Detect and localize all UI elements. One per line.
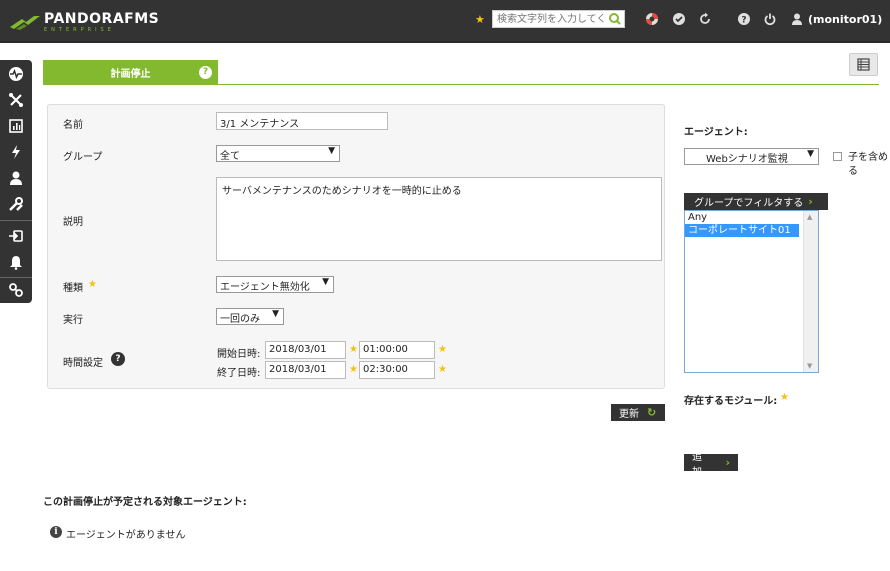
scroll-down-icon[interactable]: ▼ bbox=[807, 362, 812, 370]
chevron-down-icon: ▼ bbox=[272, 309, 279, 319]
list-view-icon bbox=[857, 58, 870, 71]
name-label: 名前 bbox=[63, 120, 83, 131]
scroll-up-icon[interactable]: ▲ bbox=[807, 213, 812, 221]
group-option-selected[interactable]: コーポレートサイト01 bbox=[685, 224, 799, 237]
execution-select-value: 一回のみ bbox=[220, 314, 260, 325]
end-time-field[interactable]: 02:30:00 bbox=[359, 361, 435, 379]
time-help-icon[interactable]: ? bbox=[111, 352, 125, 366]
add-button[interactable]: 追加 › bbox=[684, 452, 738, 478]
group-select[interactable]: 全て ▼ bbox=[216, 145, 340, 162]
pandora-logo-icon bbox=[10, 16, 40, 30]
chevron-down-icon: ▼ bbox=[322, 277, 329, 287]
no-agents-message: エージェントがありません bbox=[66, 530, 186, 541]
agent-select-value: Webシナリオ監視 bbox=[706, 154, 788, 165]
info-icon: i bbox=[50, 526, 62, 538]
add-button-label: 追加 bbox=[692, 451, 702, 478]
sidebar-divider bbox=[0, 220, 32, 221]
execution-label: 実行 bbox=[63, 315, 83, 326]
modules-label: 存在するモジュール: bbox=[684, 396, 778, 407]
check-icon[interactable] bbox=[672, 12, 686, 26]
chevron-right-icon: › bbox=[808, 195, 813, 208]
group-label: グループ bbox=[63, 152, 103, 163]
monitoring-icon bbox=[9, 67, 23, 81]
search-box[interactable] bbox=[492, 10, 625, 28]
refresh-icon[interactable] bbox=[698, 12, 712, 26]
user-icon[interactable] bbox=[790, 12, 804, 26]
lifebuoy-icon[interactable] bbox=[645, 12, 659, 26]
sidebar-item-events[interactable] bbox=[0, 139, 32, 165]
chevron-down-icon: ▼ bbox=[807, 149, 814, 159]
tab-underline bbox=[43, 84, 879, 85]
topology-icon bbox=[9, 93, 23, 107]
required-star-icon: ★ bbox=[438, 344, 447, 355]
update-button-label: 更新 bbox=[619, 409, 639, 420]
end-label: 終了日時: bbox=[217, 368, 261, 379]
sidebar-item-tools[interactable] bbox=[0, 191, 32, 217]
time-label: 時間設定 bbox=[63, 358, 103, 369]
end-date-field[interactable]: 2018/03/01 bbox=[265, 361, 346, 379]
start-date-field[interactable]: 2018/03/01 bbox=[265, 341, 346, 359]
include-children-checkbox[interactable] bbox=[833, 152, 842, 161]
top-header: PANDORAFMS ENTERPRISE ★ ? (monitor01) bbox=[0, 0, 890, 43]
start-label: 開始日時: bbox=[217, 349, 261, 360]
description-textarea[interactable]: サーバメンテナンスのためシナリオを一時的に止める bbox=[216, 177, 662, 261]
sidebar-item-links[interactable] bbox=[0, 277, 32, 303]
main-sidebar bbox=[0, 60, 32, 303]
description-text: サーバメンテナンスのためシナリオを一時的に止める bbox=[222, 186, 462, 197]
start-time-field[interactable]: 01:00:00 bbox=[359, 341, 435, 359]
listbox-scrollbar[interactable]: ▲ ▼ bbox=[803, 211, 818, 372]
svg-text:?: ? bbox=[741, 16, 746, 26]
sidebar-item-monitoring[interactable] bbox=[0, 61, 32, 87]
chevron-down-icon: ▼ bbox=[328, 146, 335, 156]
power-icon[interactable] bbox=[763, 12, 777, 26]
group-select-value: 全て bbox=[220, 151, 240, 162]
tab-help-icon[interactable]: ? bbox=[199, 66, 212, 79]
user-name[interactable]: (monitor01) bbox=[808, 13, 882, 26]
users-icon bbox=[10, 171, 22, 185]
include-children-label: 子を含める bbox=[848, 152, 888, 177]
sidebar-item-login[interactable] bbox=[0, 223, 32, 249]
tools-icon bbox=[9, 197, 23, 211]
tab-planned-downtime[interactable]: 計画停止 ? bbox=[43, 60, 218, 85]
target-agents-title: この計画停止が予定される対象エージェント: bbox=[43, 497, 247, 508]
reports-icon bbox=[9, 119, 23, 133]
star-icon[interactable]: ★ bbox=[475, 13, 485, 26]
group-option[interactable]: Any bbox=[685, 211, 818, 224]
logo-sub: ENTERPRISE bbox=[44, 26, 115, 33]
required-star-icon: ★ bbox=[780, 392, 789, 403]
type-select-value: エージェント無効化 bbox=[220, 282, 310, 293]
update-button[interactable]: 更新 ↻ bbox=[611, 404, 665, 421]
agent-select[interactable]: Webシナリオ監視 ▼ bbox=[684, 148, 819, 165]
search-icon[interactable] bbox=[607, 11, 623, 27]
events-icon bbox=[12, 145, 20, 159]
list-view-button[interactable] bbox=[849, 53, 878, 76]
required-star-icon: ★ bbox=[88, 279, 97, 290]
sidebar-item-users[interactable] bbox=[0, 165, 32, 191]
links-icon bbox=[9, 283, 23, 297]
pandora-logo[interactable]: PANDORAFMS ENTERPRISE bbox=[8, 10, 159, 34]
sidebar-item-alerts[interactable] bbox=[0, 249, 32, 275]
type-label: 種類 bbox=[63, 283, 83, 294]
sidebar-item-reports[interactable] bbox=[0, 113, 32, 139]
help-icon[interactable]: ? bbox=[737, 12, 751, 26]
description-label: 説明 bbox=[63, 217, 83, 228]
name-field[interactable]: 3/1 メンテナンス bbox=[216, 112, 388, 130]
group-listbox[interactable]: Any コーポレートサイト01 ▲ ▼ bbox=[684, 210, 819, 373]
chevron-right-icon: › bbox=[725, 456, 730, 469]
required-star-icon: ★ bbox=[349, 344, 358, 355]
sidebar-item-topology[interactable] bbox=[0, 87, 32, 113]
type-select[interactable]: エージェント無効化 ▼ bbox=[216, 276, 334, 293]
login-icon bbox=[9, 230, 23, 242]
alerts-icon bbox=[10, 256, 22, 270]
execution-select[interactable]: 一回のみ ▼ bbox=[216, 308, 284, 325]
required-star-icon: ★ bbox=[438, 364, 447, 375]
search-input[interactable] bbox=[493, 11, 607, 27]
logo-name: PANDORAFMS bbox=[44, 10, 160, 27]
required-star-icon: ★ bbox=[349, 364, 358, 375]
refresh-icon: ↻ bbox=[647, 406, 657, 419]
filter-by-group-button[interactable]: グループでフィルタする › bbox=[684, 193, 828, 210]
filter-button-label: グループでフィルタする bbox=[694, 198, 804, 209]
agents-label: エージェント: bbox=[684, 127, 748, 138]
tab-label: 計画停止 bbox=[110, 69, 151, 80]
